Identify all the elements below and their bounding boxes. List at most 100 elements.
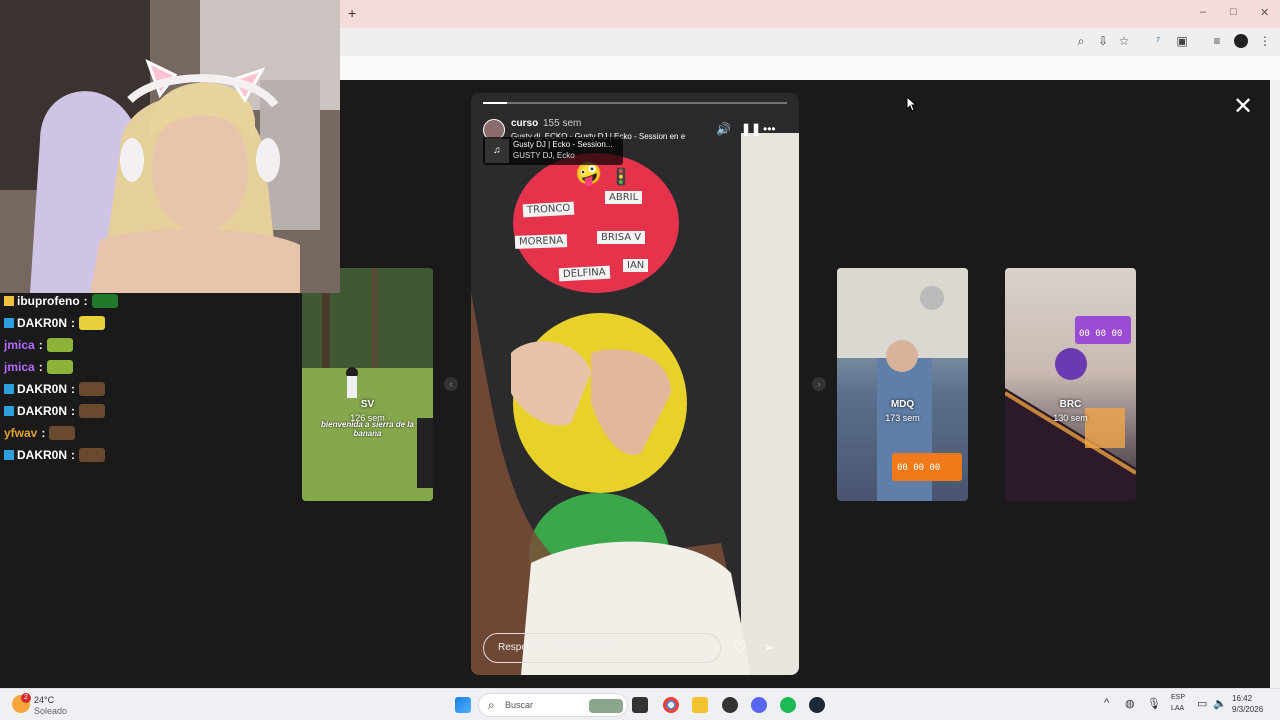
story-username[interactable]: curso	[511, 118, 538, 129]
microphone-icon[interactable]: 🎙	[1147, 697, 1161, 710]
story-card-time: 130 sem	[1053, 413, 1088, 423]
new-tab-button[interactable]: +	[348, 5, 356, 21]
chat-emote-icon	[79, 404, 106, 418]
minimize-button[interactable]: –	[1200, 6, 1206, 18]
maximize-button[interactable]: □	[1230, 6, 1237, 18]
extensions-icon[interactable]: ▣	[1175, 34, 1189, 48]
page-scrollbar[interactable]	[1270, 80, 1280, 688]
story-card-caption: bienvenida a sierra de la banana	[321, 420, 414, 438]
more-options-icon[interactable]: •••	[763, 122, 776, 136]
pause-icon[interactable]: ❚❚	[741, 122, 761, 136]
chat-message: jmica:	[4, 338, 73, 358]
network-icon[interactable]: ▭	[1197, 697, 1207, 710]
hands-overlay	[471, 293, 751, 675]
chat-emote-icon	[91, 294, 118, 308]
story-card-mdq[interactable]: 00 00 00 MDQ 173 sem	[837, 268, 968, 501]
weather-desc: Soleado	[34, 706, 68, 716]
browser-tab-bar: + – □ ✕	[340, 0, 1280, 28]
story-card-brc[interactable]: 00 00 00 BRC 130 sem	[1005, 268, 1136, 501]
chat-badge-icon	[4, 406, 14, 416]
chat-badge-icon	[4, 384, 14, 394]
menu-icon[interactable]: ⋮	[1258, 34, 1272, 48]
reply-input[interactable]: Responder a condarcoxxiii...	[483, 633, 721, 663]
music-title: Gusty DJ | Ecko - Session...	[513, 140, 613, 149]
story-card-name: SV	[360, 399, 375, 410]
chat-separator: :	[38, 338, 43, 352]
chat-message: yfwav:	[4, 426, 76, 446]
chat-username[interactable]: ibuprofeno	[17, 294, 80, 308]
lang-1[interactable]: ESP	[1171, 694, 1185, 701]
chat-username[interactable]: DAKR0N	[17, 448, 67, 462]
profile-icon[interactable]	[1234, 34, 1248, 48]
heart-icon[interactable]: ♡	[733, 638, 747, 658]
bookmark-bar	[340, 56, 1280, 80]
chat-message: ibuprofeno:	[4, 294, 118, 314]
chat-emote-icon	[79, 448, 106, 462]
chat-emote-icon	[46, 338, 73, 352]
taskbar-search[interactable]: ⌕ Buscar	[478, 693, 628, 717]
chat-emote-icon	[79, 382, 106, 396]
chat-emote-icon	[49, 426, 76, 440]
chat-username[interactable]: yfwav	[4, 426, 37, 440]
chat-username[interactable]: jmica	[4, 338, 35, 352]
active-story[interactable]: TRONCO ABRIL MORENA BRISA V DELFINA IAN …	[471, 93, 799, 675]
music-artist: GUSTY DJ, Ecko	[513, 151, 575, 160]
classroom-photo: 00 00 00	[837, 268, 968, 501]
discord-icon[interactable]	[751, 697, 767, 713]
install-icon[interactable]: ⇩	[1096, 34, 1110, 48]
chat-separator: :	[71, 316, 76, 330]
story-card-time: 173 sem	[885, 413, 920, 423]
chat-emote-icon	[79, 316, 106, 330]
chat-message: DAKR0N:	[4, 404, 106, 424]
close-stories-button[interactable]: ✕	[1233, 95, 1253, 119]
tray-app-icon[interactable]: ◍	[1125, 697, 1135, 710]
zoom-icon[interactable]: ⌕	[1074, 34, 1088, 48]
story-progress-bar	[483, 102, 787, 104]
chat-username[interactable]: DAKR0N	[17, 382, 67, 396]
file-explorer-icon[interactable]	[692, 697, 708, 713]
star-icon[interactable]: ☆	[1117, 34, 1131, 48]
chat-message: DAKR0N:	[4, 382, 106, 402]
tray-chevron-icon[interactable]: ^	[1104, 697, 1109, 709]
story-time: 155 sem	[543, 118, 582, 129]
spotify-icon[interactable]	[780, 697, 796, 713]
next-story-arrow[interactable]: ›	[812, 377, 826, 391]
chat-message: DAKR0N:	[4, 448, 106, 468]
clock-time[interactable]: 16:42	[1232, 694, 1252, 703]
task-view-icon[interactable]	[632, 697, 648, 713]
mouse-cursor-icon	[906, 96, 918, 112]
windows-start-icon[interactable]	[455, 697, 471, 713]
volume-tray-icon[interactable]: 🔈	[1213, 697, 1227, 710]
chat-separator: :	[71, 404, 76, 418]
chat-username[interactable]: jmica	[4, 360, 35, 374]
party-decor-photo: 00 00 00	[1005, 316, 1136, 501]
chat-badge-icon	[4, 450, 14, 460]
chat-username[interactable]: DAKR0N	[17, 316, 67, 330]
chat-separator: :	[71, 448, 76, 462]
story-card-sv[interactable]: SV 126 sem bienvenida a sierra de la ban…	[302, 268, 433, 501]
chat-username[interactable]: DAKR0N	[17, 404, 67, 418]
obs-icon[interactable]	[722, 697, 738, 713]
story-progress-fill	[483, 102, 508, 104]
story-card-name: MDQ	[890, 399, 915, 410]
media-icon[interactable]: ≡	[1210, 34, 1224, 48]
steam-icon[interactable]	[809, 697, 825, 713]
music-art-icon: ♫	[485, 139, 509, 163]
clock-date[interactable]: 9/3/2026	[1232, 705, 1263, 714]
music-popup[interactable]: ♫ Gusty DJ | Ecko - Session... GUSTY DJ,…	[483, 137, 623, 165]
chrome-icon[interactable]	[663, 697, 679, 713]
story-card-name: BRC	[1059, 399, 1082, 410]
svg-text:00 00 00: 00 00 00	[1079, 329, 1122, 339]
prev-story-arrow[interactable]: ‹	[444, 377, 458, 391]
stream-chat: ibuprofeno: DAKR0N: jmica: jmica: DAKR0N: DAK…	[0, 294, 302, 494]
windows-taskbar: 2 24°C Soleado ⌕ Buscar ^ ◍ 🎙 ESP LAA ▭ …	[0, 688, 1280, 720]
close-window-button[interactable]: ✕	[1260, 6, 1269, 19]
streamer-webcam	[0, 0, 340, 293]
svg-text:00 00 00: 00 00 00	[897, 463, 940, 473]
search-placeholder: Buscar	[505, 700, 534, 710]
lang-2[interactable]: LAA	[1171, 705, 1184, 712]
webcam-overlay	[0, 0, 340, 293]
extension-1-icon[interactable]: ⁷	[1151, 34, 1165, 48]
volume-icon[interactable]: 🔊	[716, 122, 731, 136]
send-icon[interactable]: ➢	[763, 639, 775, 656]
